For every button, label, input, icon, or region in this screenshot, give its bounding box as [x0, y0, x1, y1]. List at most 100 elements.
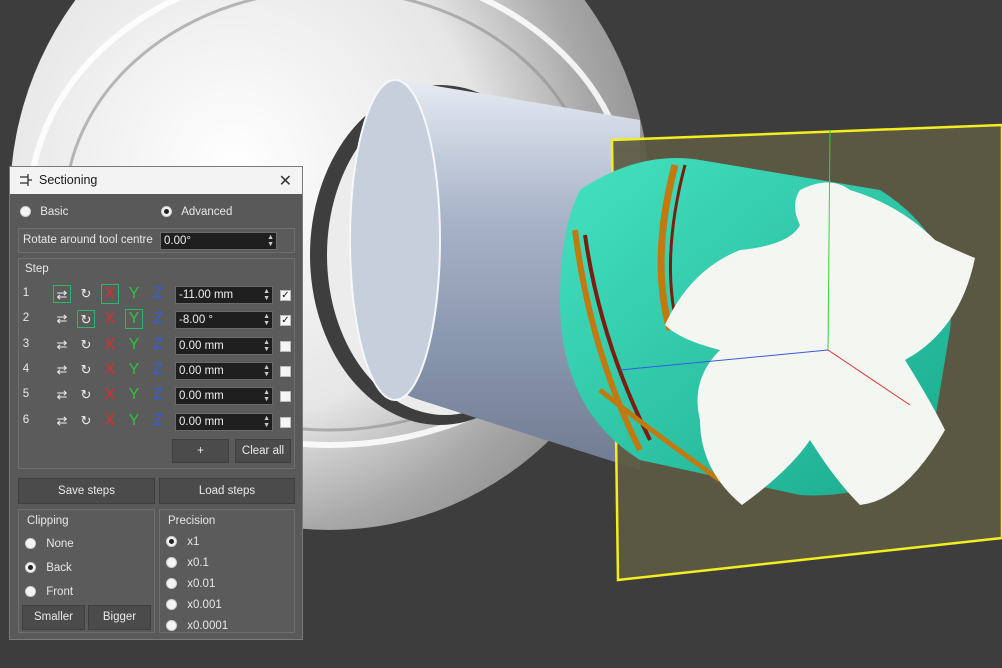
step-value-input[interactable]: -8.00 ° ▲ ▼: [175, 311, 273, 330]
precision-radio[interactable]: [166, 536, 177, 548]
step-value-input[interactable]: 0.00 mm ▲ ▼: [175, 361, 273, 380]
step-value-input[interactable]: 0.00 mm ▲ ▼: [175, 412, 273, 431]
axis-y-toggle[interactable]: Y: [125, 360, 143, 380]
precision-option-radio[interactable]: x0.001: [166, 599, 222, 611]
step-enable-checkbox[interactable]: ✓: [280, 315, 291, 327]
axis-z-toggle[interactable]: Z: [149, 284, 167, 304]
clipping-option-label: Front: [46, 586, 74, 598]
rotate-icon[interactable]: ↻: [77, 386, 95, 404]
step-number: 5: [22, 388, 30, 401]
swap-direction-icon[interactable]: ⇄: [53, 336, 71, 354]
precision-radio[interactable]: [166, 620, 177, 632]
spinner-icon: ▲ ▼: [263, 338, 270, 353]
step-row: 2 ⇄ ↻ X Y Z -8.00 ° ▲ ▼ ✓: [19, 309, 296, 331]
add-step-button[interactable]: +: [172, 439, 229, 463]
mode-basic-radio[interactable]: Basic: [20, 206, 68, 218]
precision-group: Precision x1 x0.1 x0.01 x0.001 x0.0001: [159, 509, 295, 633]
axis-y-toggle[interactable]: Y: [125, 309, 143, 330]
swap-direction-icon[interactable]: ⇄: [53, 310, 71, 328]
axis-z-toggle[interactable]: Z: [149, 385, 167, 405]
precision-option-radio[interactable]: x1: [166, 536, 199, 548]
precision-radio[interactable]: [166, 578, 177, 590]
load-steps-button[interactable]: Load steps: [159, 478, 295, 504]
axis-z-toggle[interactable]: Z: [149, 309, 167, 329]
spinner-icon: ▲ ▼: [263, 313, 270, 328]
precision-radio[interactable]: [166, 557, 177, 569]
step-row: 5 ⇄ ↻ X Y Z 0.00 mm ▲ ▼: [19, 385, 296, 407]
clipping-option-label: None: [46, 538, 74, 550]
rotate-label: Rotate around tool centre: [23, 234, 153, 246]
step-value-input[interactable]: -11.00 mm ▲ ▼: [175, 286, 273, 304]
sectioning-icon: [20, 174, 32, 186]
axis-z-toggle[interactable]: Z: [149, 335, 167, 355]
sectioning-panel: Sectioning ✕ Basic Advanced Rotate aroun…: [9, 166, 303, 640]
axis-y-toggle[interactable]: Y: [125, 385, 143, 405]
clipping-option-radio[interactable]: Back: [25, 562, 72, 574]
precision-radio[interactable]: [166, 599, 177, 611]
bigger-button[interactable]: Bigger: [88, 605, 151, 630]
rotate-icon[interactable]: ↻: [77, 336, 95, 354]
precision-option-radio[interactable]: x0.1: [166, 557, 209, 569]
step-number: 1: [22, 287, 30, 299]
mode-advanced-radio[interactable]: Advanced: [161, 206, 232, 218]
radio-advanced[interactable]: [161, 206, 172, 218]
axis-x-toggle[interactable]: X: [101, 335, 119, 355]
rotate-icon[interactable]: ↻: [77, 310, 95, 329]
clipping-radio[interactable]: [25, 562, 36, 574]
step-header: Step: [25, 263, 49, 275]
swap-direction-icon[interactable]: ⇄: [53, 386, 71, 404]
precision-option-label: x0.1: [187, 557, 209, 569]
save-steps-button[interactable]: Save steps: [18, 478, 155, 504]
axis-y-toggle[interactable]: Y: [125, 411, 143, 431]
step-value-input[interactable]: 0.00 mm ▲ ▼: [175, 336, 273, 355]
step-row: 4 ⇄ ↻ X Y Z 0.00 mm ▲ ▼: [19, 360, 296, 382]
precision-option-radio[interactable]: x0.01: [166, 578, 215, 590]
precision-option-label: x0.0001: [187, 620, 229, 632]
precision-option-radio[interactable]: x0.0001: [166, 620, 228, 632]
axis-y-toggle[interactable]: Y: [125, 335, 143, 355]
rotate-icon[interactable]: ↻: [77, 361, 95, 379]
precision-label: Precision: [168, 515, 216, 527]
clipping-option-radio[interactable]: Front: [25, 586, 73, 598]
precision-option-label: x0.001: [187, 599, 222, 611]
clipping-radio[interactable]: [25, 538, 36, 550]
spinner-icon: ▲ ▼: [263, 363, 270, 378]
swap-direction-icon[interactable]: ⇄: [53, 412, 71, 430]
spinner-icon: ▲ ▼: [267, 234, 274, 248]
clipping-option-radio[interactable]: None: [25, 538, 74, 550]
clipping-label: Clipping: [27, 515, 69, 527]
axis-z-toggle[interactable]: Z: [149, 360, 167, 380]
swap-direction-icon[interactable]: ⇄: [53, 285, 71, 303]
step-row: 6 ⇄ ↻ X Y Z 0.00 mm ▲ ▼: [19, 411, 296, 433]
clear-all-button[interactable]: Clear all: [235, 439, 291, 463]
clipping-radio[interactable]: [25, 586, 36, 598]
spinner-icon: ▲ ▼: [263, 288, 270, 302]
swap-direction-icon[interactable]: ⇄: [53, 361, 71, 379]
step-enable-checkbox[interactable]: [280, 391, 291, 403]
axis-x-toggle[interactable]: X: [101, 284, 119, 304]
mode-advanced-label: Advanced: [181, 206, 233, 218]
radio-basic[interactable]: [20, 206, 31, 218]
rotate-icon[interactable]: ↻: [77, 285, 95, 303]
step-enable-checkbox[interactable]: [280, 365, 291, 377]
rotate-icon[interactable]: ↻: [77, 412, 95, 430]
axis-z-toggle[interactable]: Z: [149, 411, 167, 431]
axis-x-toggle[interactable]: X: [101, 411, 119, 431]
smaller-button[interactable]: Smaller: [22, 605, 85, 630]
step-value-input[interactable]: 0.00 mm ▲ ▼: [175, 387, 273, 406]
step-row: 3 ⇄ ↻ X Y Z 0.00 mm ▲ ▼: [19, 335, 296, 357]
panel-title: Sectioning: [39, 173, 98, 187]
step-enable-checkbox[interactable]: ✓: [280, 290, 291, 301]
panel-titlebar: Sectioning ✕: [10, 167, 302, 194]
axis-x-toggle[interactable]: X: [101, 360, 119, 380]
rotate-input[interactable]: 0.00° ▲ ▼: [160, 232, 277, 250]
step-enable-checkbox[interactable]: [280, 340, 291, 352]
spinner-icon: ▲ ▼: [263, 389, 270, 404]
close-icon[interactable]: ✕: [279, 171, 292, 191]
axis-x-toggle[interactable]: X: [101, 385, 119, 405]
step-group: Step 1 ⇄ ↻ X Y Z -11.00 mm ▲ ▼ ✓ 2 ⇄ ↻ X …: [18, 258, 295, 469]
precision-option-label: x0.01: [187, 578, 216, 590]
step-enable-checkbox[interactable]: [280, 416, 291, 428]
axis-x-toggle[interactable]: X: [101, 309, 119, 329]
axis-y-toggle[interactable]: Y: [125, 284, 143, 304]
